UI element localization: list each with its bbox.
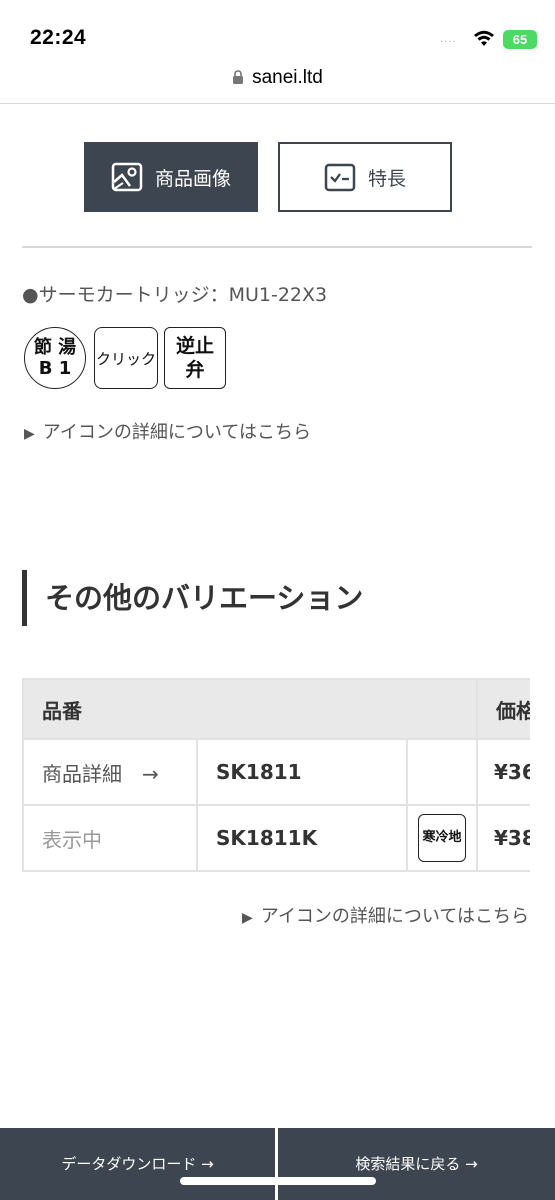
variations-heading: その他のバリエーション: [22, 570, 363, 626]
product-price: ¥38: [476, 804, 530, 872]
url-text: sanei.ltd: [252, 67, 323, 88]
b1-icon-top: 節 湯: [33, 337, 77, 358]
icon-details-link-label: アイコンの詳細についてはこちら: [42, 422, 311, 443]
variation-icon-details-link[interactable]: ▶ アイコンの詳細についてはこちら: [242, 902, 529, 928]
features-button[interactable]: 特長: [278, 142, 452, 212]
status-time: 22:24: [30, 26, 87, 49]
check-valve-icon: 逆止 弁: [164, 327, 226, 389]
url-bar[interactable]: sanei.ltd: [0, 60, 555, 104]
b1-icon-bottom: B 1: [38, 358, 72, 379]
checklist-icon: [324, 163, 356, 192]
cold-region-icon: 寒冷地: [418, 814, 466, 862]
battery-icon: 65: [503, 30, 537, 49]
check-valve-icon-top: 逆止: [175, 335, 214, 357]
product-price: ¥36: [476, 738, 530, 806]
status-bar: 22:24 .... 65: [0, 0, 555, 60]
table-row: 商品詳細 → SK1811 ¥36: [22, 738, 530, 806]
variations-table: 品番 価格 商品詳細 → SK1811 ¥36 表示中 SK1811K 寒冷地 …: [22, 678, 530, 872]
click-icon: クリック: [94, 327, 158, 389]
product-detail-link[interactable]: 商品詳細 →: [22, 738, 198, 806]
header-price: 価格: [476, 678, 530, 740]
product-code: SK1811K: [196, 804, 408, 872]
back-to-results-button[interactable]: 検索結果に戻る →: [278, 1128, 555, 1200]
divider: [22, 246, 532, 248]
table-row: 表示中 SK1811K 寒冷地 ¥38: [22, 804, 530, 872]
wifi-icon: [474, 30, 494, 46]
product-images-button[interactable]: 商品画像: [84, 142, 258, 212]
table-header-row: 品番 価格: [22, 678, 530, 740]
product-icon-cell: [406, 738, 478, 806]
bottom-action-bar: データダウンロード → 検索結果に戻る →: [0, 1128, 555, 1200]
variation-icon-details-link-label: アイコンの詳細についてはこちら: [260, 906, 529, 927]
signal-icon: ....: [440, 34, 457, 45]
product-icon-cell: 寒冷地: [406, 804, 478, 872]
home-indicator[interactable]: [180, 1177, 376, 1185]
currently-showing-label: 表示中: [22, 804, 198, 872]
water-saving-b1-icon: 節 湯 B 1: [24, 327, 86, 389]
data-download-button[interactable]: データダウンロード →: [0, 1128, 275, 1200]
triangle-right-icon: ▶: [242, 910, 253, 926]
icon-details-link[interactable]: ▶ アイコンの詳細についてはこちら: [24, 418, 311, 444]
triangle-right-icon: ▶: [24, 426, 35, 442]
product-images-label: 商品画像: [154, 167, 231, 190]
click-icon-label: クリック: [95, 349, 156, 368]
image-icon: [111, 162, 143, 192]
cartridge-spec: ●サーモカートリッジ：MU1-22X3: [22, 284, 328, 306]
product-code: SK1811: [196, 738, 408, 806]
header-product-number: 品番: [22, 678, 478, 740]
features-label: 特長: [367, 167, 406, 190]
check-valve-icon-bottom: 弁: [185, 359, 205, 381]
lock-icon: [233, 70, 244, 84]
